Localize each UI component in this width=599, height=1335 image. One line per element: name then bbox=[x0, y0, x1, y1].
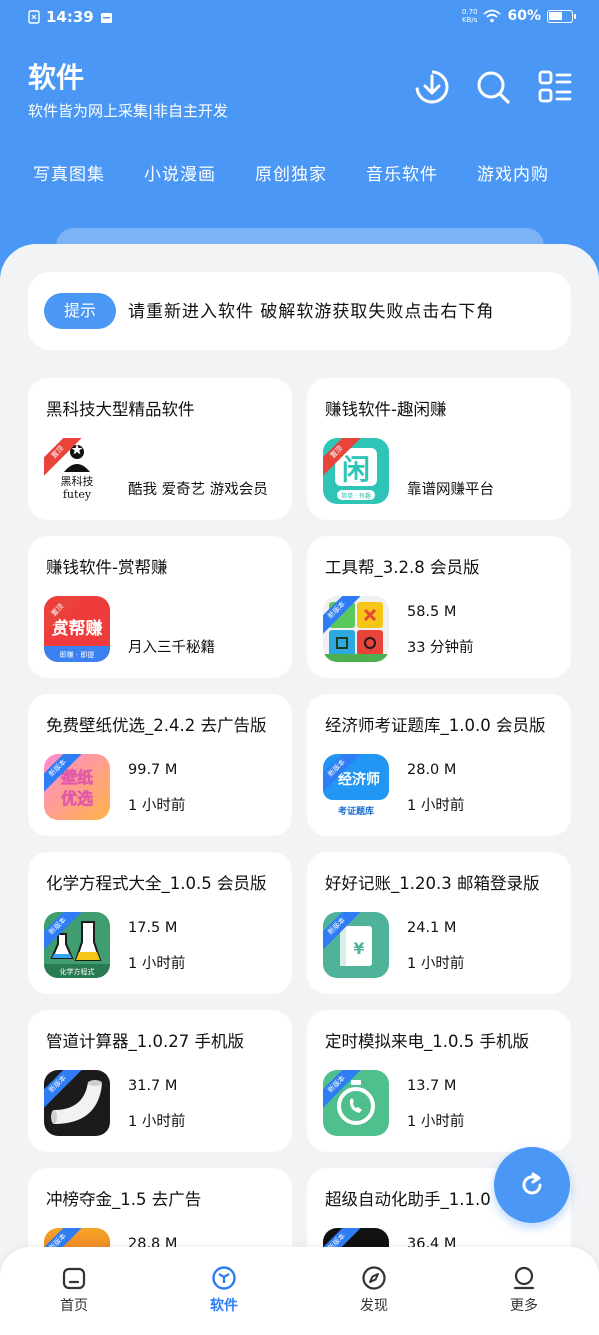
svg-text:经济师: 经济师 bbox=[338, 771, 380, 788]
list-menu-icon[interactable] bbox=[536, 68, 574, 106]
svg-text:赏帮赚: 赏帮赚 bbox=[52, 618, 103, 639]
user-icon bbox=[513, 1266, 535, 1290]
svg-text:futey: futey bbox=[63, 488, 92, 501]
calendar-icon bbox=[100, 12, 112, 23]
app-updated: 1 小时前 bbox=[407, 798, 465, 814]
app-title: 化学方程式大全_1.0.5 会员版 bbox=[46, 874, 267, 893]
svg-text:简单 · 有趣: 简单 · 有趣 bbox=[341, 492, 371, 500]
app-size: 99.7 M bbox=[128, 762, 178, 778]
nav-discover[interactable]: 发现 bbox=[334, 1265, 414, 1315]
svg-text:¥: ¥ bbox=[353, 939, 364, 958]
notice-marquee-text: 请重新进入软件 破解软游获取失败点击右下角 bbox=[128, 302, 495, 322]
pipe-icon: 新版本 bbox=[44, 1070, 110, 1136]
download-icon[interactable] bbox=[413, 68, 451, 106]
app-updated: 1 小时前 bbox=[407, 1114, 465, 1130]
economist-icon: 经济师 考证题库 新版本 bbox=[323, 754, 389, 820]
app-size: 13.7 M bbox=[407, 1078, 457, 1094]
app-card[interactable]: 定时模拟来电_1.0.5 手机版 新版本 13.7 M 1 小时前 bbox=[307, 1010, 571, 1152]
refresh-button[interactable] bbox=[494, 1147, 570, 1223]
app-card[interactable]: 经济师考证题库_1.0.0 会员版 经济师 考证题库 新版本 28.0 M 1 … bbox=[307, 694, 571, 836]
nav-label: 发现 bbox=[360, 1298, 388, 1314]
app-size: 31.7 M bbox=[128, 1078, 178, 1094]
app-title: 黑科技大型精品软件 bbox=[46, 400, 195, 419]
nav-label: 更多 bbox=[510, 1298, 538, 1314]
svg-text:考证题库: 考证题库 bbox=[338, 805, 374, 817]
app-size: 17.5 M bbox=[128, 920, 178, 936]
compass-icon bbox=[362, 1266, 386, 1290]
notice-badge: 提示 bbox=[44, 293, 116, 329]
svg-text:黑科技: 黑科技 bbox=[61, 474, 94, 488]
svg-text:壁纸: 壁纸 bbox=[61, 768, 93, 787]
refresh-icon bbox=[522, 1172, 542, 1195]
svg-text:闲: 闲 bbox=[342, 453, 370, 486]
app-card[interactable]: 赚钱软件-趣闲赚 闲 简单 · 有趣 置顶 靠谱网赚平台 bbox=[307, 378, 571, 520]
app-updated: 1 小时前 bbox=[128, 798, 186, 814]
svg-text:优选: 优选 bbox=[61, 789, 93, 808]
xian-icon: 闲 简单 · 有趣 置顶 bbox=[323, 438, 389, 504]
notice-bar: 提示 请重新进入软件 破解软游获取失败点击右下角 bbox=[28, 272, 571, 350]
nav-home[interactable]: 首页 bbox=[34, 1265, 114, 1315]
page-title: 软件 bbox=[28, 61, 85, 94]
tab-category-1[interactable]: 写真图集 bbox=[33, 160, 105, 185]
app-title: 管道计算器_1.0.27 手机版 bbox=[46, 1032, 244, 1051]
fake-call-icon: 新版本 bbox=[323, 1070, 389, 1136]
home-icon bbox=[62, 1267, 86, 1290]
page-subtitle: 软件皆为网上采集|非自主开发 bbox=[28, 102, 229, 120]
app-desc: 酷我 爱奇艺 游戏会员 bbox=[128, 482, 268, 498]
nav-more[interactable]: 更多 bbox=[484, 1265, 564, 1315]
app-updated: 1 小时前 bbox=[407, 956, 465, 972]
ledger-icon: ¥ 新版本 bbox=[323, 912, 389, 978]
nav-software[interactable]: 软件 bbox=[184, 1265, 264, 1315]
app-card[interactable]: 好好记账_1.20.3 邮箱登录版 ¥ 新版本 24.1 M 1 小时前 bbox=[307, 852, 571, 994]
futey-icon: 黑科技 futey 置顶 bbox=[44, 438, 110, 504]
app-size: 24.1 M bbox=[407, 920, 457, 936]
software-icon bbox=[212, 1266, 236, 1290]
sim-icon bbox=[28, 10, 40, 24]
toolbox-icon: 新版本 bbox=[323, 596, 389, 662]
app-card[interactable]: 工具帮_3.2.8 会员版 新版本 58.5 M 33 分钟前 bbox=[307, 536, 571, 678]
nav-label: 软件 bbox=[210, 1298, 238, 1314]
status-time: 14:39 bbox=[46, 8, 94, 26]
app-title: 定时模拟来电_1.0.5 手机版 bbox=[325, 1032, 529, 1051]
app-title: 好好记账_1.20.3 邮箱登录版 bbox=[325, 874, 540, 893]
app-updated: 1 小时前 bbox=[128, 1114, 186, 1130]
app-card[interactable]: 化学方程式大全_1.0.5 会员版 化学方程式 新版本 17.5 M 1 小时前 bbox=[28, 852, 292, 994]
app-card[interactable]: 赚钱软件-赏帮赚 赏帮赚 即赚 · 即提 置顶 月入三千秘籍 bbox=[28, 536, 292, 678]
app-card[interactable]: 免费壁纸优选_2.4.2 去广告版 壁纸 优选 新版本 99.7 M 1 小时前 bbox=[28, 694, 292, 836]
app-updated: 33 分钟前 bbox=[407, 640, 474, 656]
app-size: 28.0 M bbox=[407, 762, 457, 778]
app-desc: 月入三千秘籍 bbox=[128, 640, 215, 656]
app-title: 赚钱软件-趣闲赚 bbox=[325, 400, 447, 419]
wallpaper-icon: 壁纸 优选 新版本 bbox=[44, 754, 110, 820]
battery-icon bbox=[547, 9, 576, 23]
app-card[interactable]: 管道计算器_1.0.27 手机版 新版本 31.7 M 1 小时前 bbox=[28, 1010, 292, 1152]
app-desc: 靠谱网赚平台 bbox=[407, 482, 494, 498]
tab-category-5[interactable]: 游戏内购 bbox=[477, 160, 549, 185]
app-title: 冲榜夺金_1.5 去广告 bbox=[46, 1190, 202, 1209]
shangbang-icon: 赏帮赚 即赚 · 即提 置顶 bbox=[44, 596, 110, 662]
app-title: 工具帮_3.2.8 会员版 bbox=[325, 558, 480, 577]
search-icon[interactable] bbox=[474, 68, 512, 106]
app-size: 58.5 M bbox=[407, 604, 457, 620]
app-updated: 1 小时前 bbox=[128, 956, 186, 972]
tab-category-4[interactable]: 音乐软件 bbox=[366, 160, 438, 185]
svg-text:即赚 · 即提: 即赚 · 即提 bbox=[60, 650, 95, 659]
chemistry-icon: 化学方程式 新版本 bbox=[44, 912, 110, 978]
nav-label: 首页 bbox=[60, 1298, 88, 1314]
wifi-icon bbox=[483, 9, 502, 23]
app-title: 免费壁纸优选_2.4.2 去广告版 bbox=[46, 716, 267, 735]
svg-text:化学方程式: 化学方程式 bbox=[60, 967, 95, 976]
tab-category-2[interactable]: 小说漫画 bbox=[144, 160, 216, 185]
tab-category-3[interactable]: 原创独家 bbox=[255, 160, 327, 185]
battery-percent: 60% bbox=[507, 8, 541, 24]
app-card[interactable]: 黑科技大型精品软件 黑科技 futey 置顶 酷我 爱奇艺 游戏会员 bbox=[28, 378, 292, 520]
category-tabs: 写真图集 小说漫画 原创独家 音乐软件 游戏内购 bbox=[0, 160, 599, 190]
app-title: 赚钱软件-赏帮赚 bbox=[46, 558, 168, 577]
status-bar: 14:39 0.70 KB/s 60% bbox=[0, 0, 599, 36]
app-title: 经济师考证题库_1.0.0 会员版 bbox=[325, 716, 546, 735]
net-speed: 0.70 KB/s bbox=[461, 8, 478, 24]
bottom-nav: 首页 软件 发现 更多 bbox=[0, 1247, 599, 1335]
